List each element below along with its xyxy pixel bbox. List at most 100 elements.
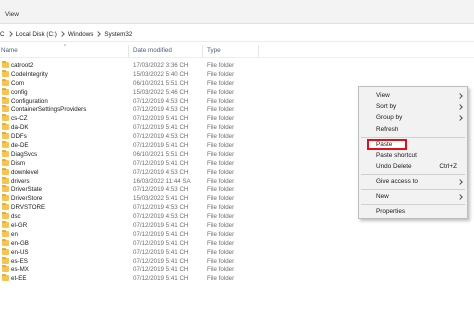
file-date-modified: 15/03/2022 5:41 CH: [133, 195, 189, 203]
file-date-modified: 07/12/2019 5:41 CH: [133, 266, 189, 274]
folder-icon: [2, 132, 9, 140]
column-divider[interactable]: [128, 45, 129, 57]
folder-icon: [2, 114, 9, 122]
file-row[interactable]: catroot2 17/03/2022 3:36 CH File folder: [0, 61, 474, 70]
file-type: File folder: [207, 195, 235, 203]
column-header-name[interactable]: Name: [1, 47, 18, 54]
file-date-modified: 17/03/2022 3:36 CH: [133, 62, 189, 69]
file-type: File folder: [207, 213, 235, 221]
file-type: File folder: [207, 230, 235, 238]
file-name: catroot2: [11, 62, 34, 69]
file-row[interactable]: CodeIntegrity 15/03/2022 5:40 CH File fold…: [0, 69, 474, 79]
file-type: File folder: [207, 204, 235, 212]
folder-icon: [2, 203, 9, 211]
folder-icon: [2, 149, 9, 157]
undo-shortcut-key: Ctrl+Z: [439, 163, 457, 170]
folder-icon: [2, 221, 9, 229]
folder-icon: [2, 185, 9, 193]
ribbon-tab-view[interactable]: View: [5, 11, 19, 18]
folder-icon: [2, 167, 9, 175]
file-type: File folder: [207, 168, 235, 176]
file-name: Configuration: [11, 97, 48, 105]
folder-icon: [2, 212, 9, 220]
folder-icon: [2, 256, 9, 264]
file-name: downlevel: [11, 168, 39, 176]
file-type: File folder: [207, 97, 235, 105]
breadcrumb-windows[interactable]: Windows: [68, 31, 94, 38]
chevron-right-icon: [457, 115, 463, 121]
file-type: File folder: [207, 115, 235, 123]
folder-icon: [2, 238, 9, 246]
breadcrumb-system32[interactable]: System32: [104, 31, 132, 38]
file-row[interactable]: es-MX 07/12/2019 5:41 CH File folder: [0, 265, 474, 274]
menu-item-paste-shortcut[interactable]: Paste shortcut: [376, 152, 417, 159]
file-type: File folder: [207, 62, 235, 69]
file-type: File folder: [207, 106, 235, 114]
file-name: Com: [11, 79, 25, 87]
file-date-modified: 07/12/2019 5:41 CH: [133, 124, 189, 132]
file-date-modified: 07/12/2019 5:41 CH: [133, 159, 189, 167]
file-name: CodeIntegrity: [11, 70, 48, 78]
folder-icon: [2, 158, 9, 166]
file-row[interactable]: en-US 07/12/2019 5:41 CH File folder: [0, 247, 474, 257]
menu-divider: [361, 204, 465, 205]
menu-item-new[interactable]: New: [376, 193, 389, 200]
file-date-modified: 07/12/2019 5:41 CH: [133, 222, 189, 230]
folder-icon: [2, 69, 9, 77]
menu-item-paste[interactable]: Paste: [376, 141, 392, 148]
folder-icon: [2, 105, 9, 113]
file-name: DriverState: [11, 186, 42, 194]
file-name: en-US: [11, 248, 29, 256]
file-name: dsc: [11, 213, 21, 221]
menu-item-view[interactable]: View: [376, 92, 390, 99]
file-type: File folder: [207, 79, 235, 87]
file-name: DriverStore: [11, 195, 43, 203]
file-date-modified: 16/03/2022 11:44 SA: [133, 177, 191, 185]
file-type: File folder: [207, 186, 235, 194]
file-date-modified: 07/12/2019 4:53 CH: [133, 106, 189, 114]
column-header-type[interactable]: Type: [207, 47, 221, 54]
folder-icon: [2, 265, 9, 273]
chevron-right-icon: [6, 31, 13, 37]
file-row[interactable]: en 07/12/2019 5:41 CH File folder: [0, 229, 474, 239]
ribbon-bar: View: [0, 0, 474, 24]
file-date-modified: 07/12/2019 4:53 CH: [133, 97, 189, 105]
menu-item-sort-by[interactable]: Sort by: [376, 103, 396, 110]
file-date-modified: 15/03/2022 5:46 CH: [133, 88, 189, 96]
sort-up-icon: ^: [64, 44, 67, 50]
menu-item-give-access-to[interactable]: Give access to: [376, 178, 418, 185]
file-type: File folder: [207, 133, 235, 141]
file-row[interactable]: et-EE 07/12/2019 5:41 CH File folder: [0, 274, 474, 283]
file-name: el-GR: [11, 222, 28, 230]
file-row[interactable]: es-ES 07/12/2019 5:41 CH File folder: [0, 256, 474, 266]
context-menu: View Sort by Group by Refresh Paste Past…: [358, 86, 468, 219]
column-divider[interactable]: [202, 45, 203, 57]
breadcrumb-drive-letter[interactable]: C: [0, 31, 5, 38]
file-type: File folder: [207, 257, 235, 265]
folder-icon: [2, 274, 9, 282]
file-date-modified: 15/03/2022 5:40 CH: [133, 70, 189, 78]
file-name: et-EE: [11, 275, 27, 283]
file-name: en-GB: [11, 239, 29, 247]
file-type: File folder: [207, 150, 235, 158]
file-type: File folder: [207, 266, 235, 274]
chevron-right-icon: [457, 179, 463, 185]
column-header-date[interactable]: Date modified: [133, 47, 172, 54]
chevron-right-icon: [95, 31, 102, 37]
menu-item-properties[interactable]: Properties: [376, 208, 405, 215]
breadcrumb-local-disk[interactable]: Local Disk (C:): [16, 31, 57, 38]
file-row[interactable]: el-GR 07/12/2019 5:41 CH File folder: [0, 221, 474, 230]
file-row[interactable]: en-GB 07/12/2019 5:41 CH File folder: [0, 238, 474, 248]
menu-item-undo-delete[interactable]: Undo Delete: [376, 163, 412, 170]
folder-icon: [2, 247, 9, 255]
file-type: File folder: [207, 177, 235, 185]
address-bar[interactable]: C Local Disk (C:) Windows System32: [0, 27, 474, 42]
file-name: DDFs: [11, 133, 27, 141]
folder-icon: [2, 96, 9, 104]
file-name: cs-CZ: [11, 115, 28, 123]
menu-item-refresh[interactable]: Refresh: [376, 126, 398, 133]
file-name: da-DK: [11, 124, 29, 132]
column-divider[interactable]: [258, 45, 259, 57]
chevron-right-icon: [457, 93, 463, 99]
menu-item-group-by[interactable]: Group by: [376, 114, 402, 121]
